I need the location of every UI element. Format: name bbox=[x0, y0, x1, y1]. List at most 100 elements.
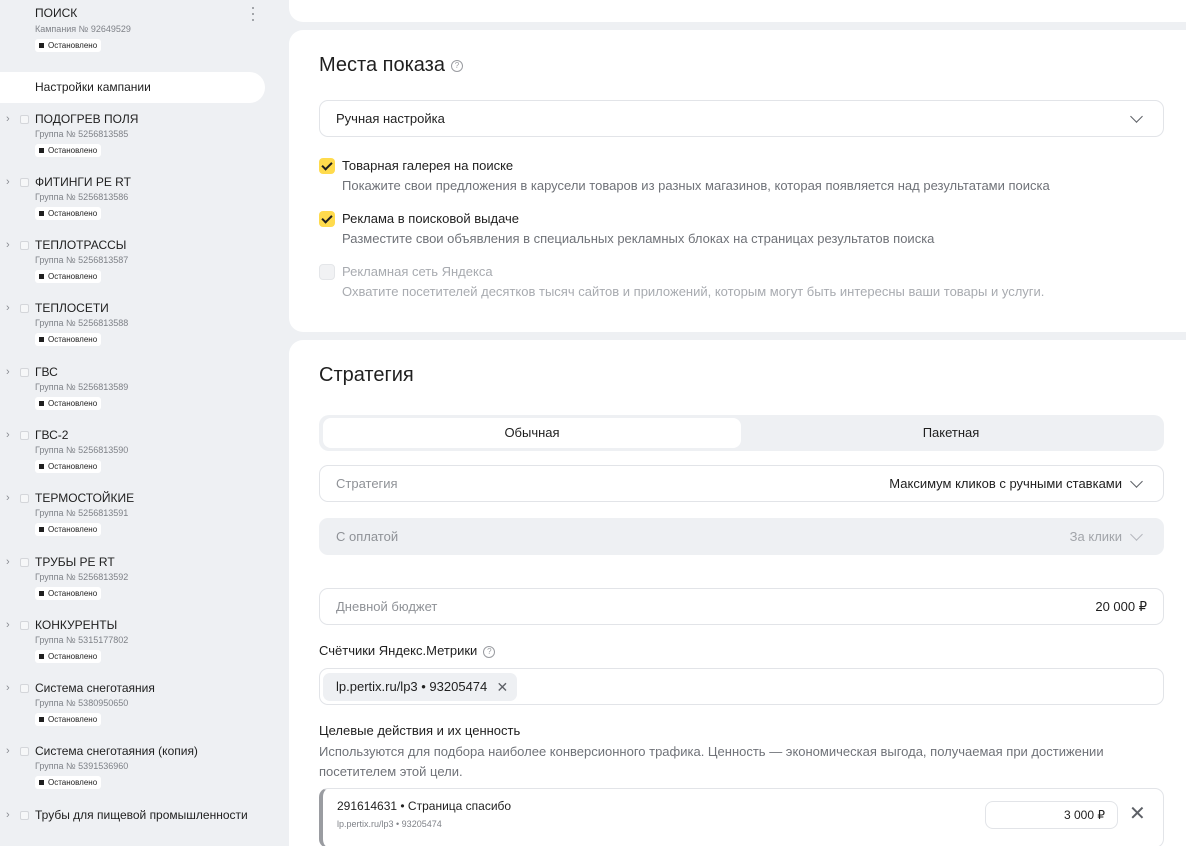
group-checkbox[interactable] bbox=[20, 811, 29, 820]
group-checkbox[interactable] bbox=[20, 368, 29, 377]
status-text: Остановлено bbox=[48, 335, 98, 344]
chevron-right-icon[interactable]: › bbox=[6, 492, 10, 505]
group-title: ТЕРМОСТОЙКИЕ bbox=[35, 491, 135, 505]
chevron-right-icon[interactable]: › bbox=[6, 366, 10, 379]
option-label: Рекламная сеть Яндекса bbox=[342, 264, 493, 279]
campaign-number: Кампания № 92649529 bbox=[35, 24, 131, 34]
group-title: ТЕПЛОСЕТИ bbox=[35, 301, 109, 315]
product-gallery-checkbox[interactable] bbox=[319, 158, 335, 174]
placements-title: Места показа bbox=[319, 54, 445, 76]
placement-mode-select[interactable]: Ручная настройка bbox=[319, 100, 1164, 137]
status-text: Остановлено bbox=[48, 272, 98, 281]
status-text: Остановлено bbox=[48, 146, 98, 155]
metrika-counters-field[interactable]: lp.pertix.ru/lp3 • 93205474 ✕ bbox=[319, 668, 1164, 705]
sidebar-group-item[interactable]: › ТЕРМОСТОЙКИЕ Группа № 5256813591 Остановл… bbox=[0, 491, 270, 551]
sidebar-group-item[interactable]: › ТЕПЛОТРАССЫ Группа № 5256813587 Остановле… bbox=[0, 238, 270, 298]
status-text: Остановлено bbox=[48, 525, 98, 534]
payment-value: За клики bbox=[1069, 529, 1122, 544]
sidebar-group-item[interactable]: › Система снеготаяния Группа № 5380950650 О… bbox=[0, 681, 270, 741]
stop-icon bbox=[39, 401, 44, 406]
status-badge: Остановлено bbox=[35, 270, 102, 283]
metrika-label-row: Счётчики Яндекс.Метрики? bbox=[319, 643, 496, 658]
sidebar-item-campaign-settings[interactable]: Настройки кампании bbox=[0, 72, 265, 103]
status-text: Остановлено bbox=[48, 399, 98, 408]
stop-icon bbox=[39, 654, 44, 659]
group-checkbox[interactable] bbox=[20, 241, 29, 250]
budget-value: 20 000 ₽ bbox=[1095, 598, 1147, 614]
group-number: Группа № 5256813587 bbox=[35, 255, 129, 265]
stop-icon bbox=[39, 527, 44, 532]
group-number: Группа № 5256813589 bbox=[35, 382, 129, 392]
close-icon[interactable]: ✕ bbox=[497, 673, 509, 701]
counter-tag-text: lp.pertix.ru/lp3 • 93205474 bbox=[336, 679, 488, 694]
strategy-select[interactable]: Стратегия Максимум кликов с ручными став… bbox=[319, 465, 1164, 502]
sidebar-group-item[interactable]: › ТРУБЫ PE RT Группа № 5256813592 Остановле… bbox=[0, 555, 270, 615]
daily-budget-input[interactable]: Дневной бюджет 20 000 ₽ bbox=[319, 588, 1164, 625]
sidebar-group-item[interactable]: › Система снеготаяния (копия) Группа № 539… bbox=[0, 744, 270, 804]
sidebar-group-item[interactable]: › ГВС Группа № 5256813589 Остановлено bbox=[0, 365, 270, 425]
status-text: Остановлено bbox=[48, 652, 98, 661]
stop-icon bbox=[39, 337, 44, 342]
status-badge: Остановлено bbox=[35, 397, 102, 410]
status-badge: Остановлено bbox=[35, 144, 102, 157]
group-number: Группа № 5256813592 bbox=[35, 572, 129, 582]
status-badge: Остановлено bbox=[35, 460, 102, 473]
search-ads-checkbox[interactable] bbox=[319, 211, 335, 227]
status-text: Остановлено bbox=[48, 715, 98, 724]
help-icon[interactable]: ? bbox=[483, 645, 496, 658]
goal-value-input[interactable]: 3 000 ₽ bbox=[985, 801, 1118, 829]
chevron-right-icon[interactable]: › bbox=[6, 556, 10, 569]
chevron-right-icon[interactable]: › bbox=[6, 682, 10, 695]
stop-icon bbox=[39, 211, 44, 216]
tab-regular[interactable]: Обычная bbox=[323, 418, 741, 448]
sidebar-group-item[interactable]: › Трубы для пищевой промышленности bbox=[0, 808, 270, 846]
group-checkbox[interactable] bbox=[20, 684, 29, 693]
group-checkbox[interactable] bbox=[20, 304, 29, 313]
metrika-counter-tag: lp.pertix.ru/lp3 • 93205474 ✕ bbox=[323, 673, 518, 701]
chevron-right-icon[interactable]: › bbox=[6, 239, 10, 252]
group-title: Трубы для пищевой промышленности bbox=[35, 808, 248, 822]
sidebar-group-item[interactable]: › ПОДОГРЕВ ПОЛЯ Группа № 5256813585 Останов… bbox=[0, 112, 270, 172]
sidebar-group-item[interactable]: › КОНКУРЕНТЫ Группа № 5315177802 Остановлен… bbox=[0, 618, 270, 678]
group-checkbox[interactable] bbox=[20, 558, 29, 567]
chevron-right-icon[interactable]: › bbox=[6, 429, 10, 442]
group-checkbox[interactable] bbox=[20, 494, 29, 503]
strategy-value: Максимум кликов с ручными ставками bbox=[889, 476, 1122, 491]
group-title: ФИТИНГИ PE RT bbox=[35, 175, 131, 189]
group-checkbox[interactable] bbox=[20, 178, 29, 187]
sidebar-group-item[interactable]: › ФИТИНГИ PE RT Группа № 5256813586 Останов… bbox=[0, 175, 270, 235]
status-badge: Остановлено bbox=[35, 333, 102, 346]
group-checkbox[interactable] bbox=[20, 747, 29, 756]
status-badge: Остановлено bbox=[35, 39, 102, 52]
group-checkbox[interactable] bbox=[20, 431, 29, 440]
group-number: Группа № 5380950650 bbox=[35, 698, 129, 708]
campaign-header[interactable]: ПОИСК Кампания № 92649529 Остановлено bbox=[35, 6, 265, 53]
sidebar-group-item[interactable]: › ТЕПЛОСЕТИ Группа № 5256813588 Остановлено bbox=[0, 301, 270, 361]
strategy-label: Стратегия bbox=[336, 476, 398, 491]
option-label: Товарная галерея на поиске bbox=[342, 158, 514, 173]
group-number: Группа № 5256813588 bbox=[35, 318, 129, 328]
kebab-menu-icon[interactable] bbox=[251, 7, 255, 21]
chevron-right-icon[interactable]: › bbox=[6, 809, 10, 822]
group-title: ТЕПЛОТРАССЫ bbox=[35, 238, 127, 252]
group-checkbox[interactable] bbox=[20, 115, 29, 124]
campaign-title: ПОИСК bbox=[35, 6, 78, 20]
payment-label: С оплатой bbox=[336, 529, 399, 544]
chevron-right-icon[interactable]: › bbox=[6, 176, 10, 189]
option-description: Охватите посетителей десятков тысяч сайт… bbox=[342, 284, 1045, 299]
tab-package[interactable]: Пакетная bbox=[742, 418, 1160, 448]
chevron-right-icon[interactable]: › bbox=[6, 113, 10, 126]
group-number: Группа № 5391536960 bbox=[35, 761, 129, 771]
strategy-title: Стратегия bbox=[319, 364, 414, 386]
strategy-type-tabs: Обычная Пакетная bbox=[319, 415, 1164, 451]
group-checkbox[interactable] bbox=[20, 621, 29, 630]
sidebar-group-item[interactable]: › ГВС-2 Группа № 5256813590 Остановлено bbox=[0, 428, 270, 488]
chevron-right-icon[interactable]: › bbox=[6, 302, 10, 315]
chevron-right-icon[interactable]: › bbox=[6, 745, 10, 758]
chevron-right-icon[interactable]: › bbox=[6, 619, 10, 632]
status-text: Остановлено bbox=[48, 778, 98, 787]
yandex-network-checkbox[interactable] bbox=[319, 264, 335, 280]
close-icon[interactable]: ✕ bbox=[1129, 802, 1146, 826]
help-icon[interactable]: ? bbox=[450, 59, 463, 72]
payment-select[interactable]: С оплатой За клики bbox=[319, 518, 1164, 555]
